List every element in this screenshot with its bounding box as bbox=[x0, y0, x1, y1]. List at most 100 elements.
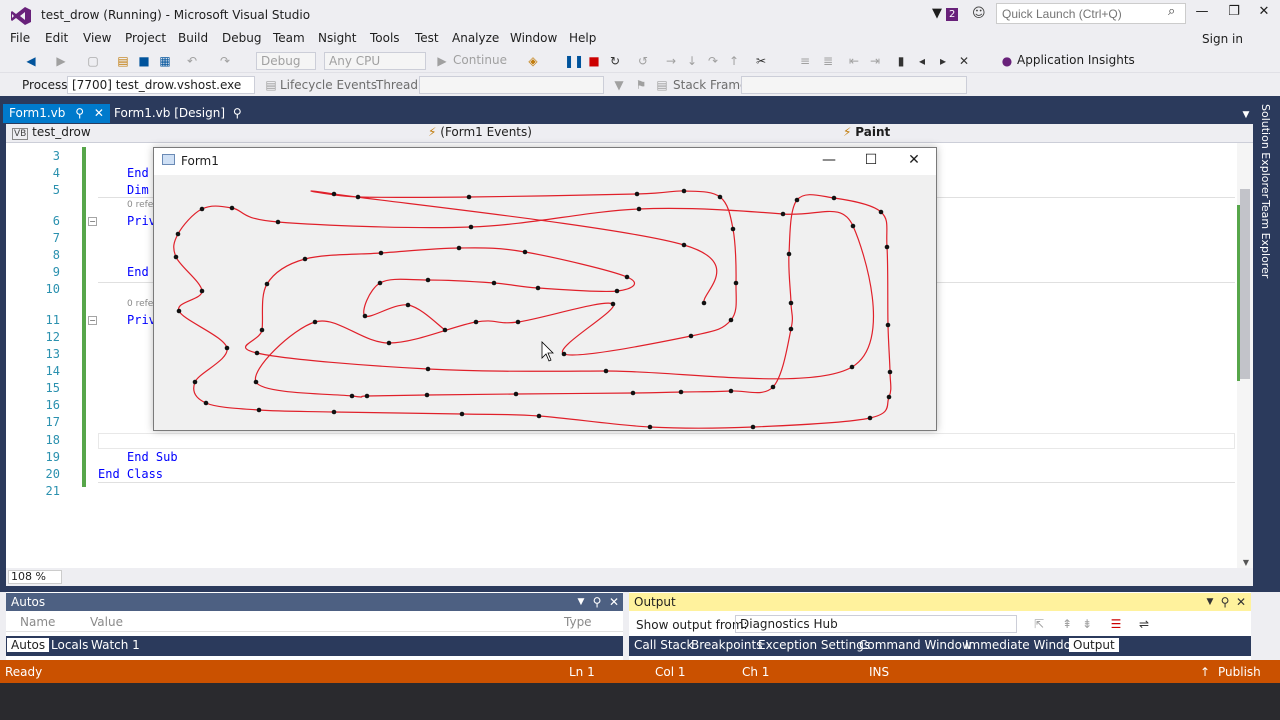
tab-locals[interactable]: Locals bbox=[51, 638, 88, 652]
open-file-icon[interactable]: ▤ bbox=[114, 52, 132, 70]
form-close-button[interactable]: ✕ bbox=[899, 152, 929, 168]
forward-icon[interactable]: ▶ bbox=[52, 52, 70, 70]
form-minimize-button[interactable]: — bbox=[814, 152, 844, 168]
next-bookmark-icon[interactable]: ▸ bbox=[934, 52, 952, 70]
zoom-select[interactable]: 108 % bbox=[8, 570, 62, 584]
panel-pin-icon[interactable]: ⚲ bbox=[588, 593, 606, 611]
project-dropdown[interactable]: VB test_drow bbox=[8, 125, 418, 142]
continue-button[interactable]: Continue bbox=[453, 53, 507, 67]
platform-select[interactable]: Any CPU bbox=[324, 52, 426, 70]
search-icon[interactable]: ⌕ bbox=[1168, 4, 1175, 19]
feedback-icon[interactable]: ☺ bbox=[972, 6, 986, 21]
scrollbar-thumb[interactable] bbox=[1240, 189, 1250, 379]
indent-icon[interactable]: ⇥ bbox=[866, 52, 884, 70]
code-line[interactable]: Dim bbox=[127, 183, 149, 197]
maximize-button[interactable]: ❐ bbox=[1219, 4, 1249, 24]
process-select[interactable]: [7700] test_drow.vshost.exe bbox=[67, 76, 255, 94]
events-dropdown[interactable]: ⚡ (Form1 Events) bbox=[424, 125, 834, 142]
sign-in-link[interactable]: Sign in bbox=[1202, 32, 1243, 46]
tab-call-stack[interactable]: Call Stack bbox=[634, 638, 693, 652]
thread-filter-icon[interactable]: ▼ bbox=[610, 76, 628, 94]
show-next-statement-icon[interactable]: → bbox=[662, 52, 680, 70]
stack-frame-select[interactable] bbox=[741, 76, 967, 94]
clear-all-icon[interactable]: ☰ bbox=[1107, 615, 1125, 633]
code-line[interactable]: End bbox=[127, 166, 149, 180]
bookmark-icon[interactable]: ▮ bbox=[892, 52, 910, 70]
tab-watch1[interactable]: Watch 1 bbox=[91, 638, 140, 652]
filter-icon[interactable]: ▼ bbox=[932, 6, 942, 21]
menu-window[interactable]: Window bbox=[510, 31, 557, 45]
menu-nsight[interactable]: Nsight bbox=[318, 31, 357, 45]
method-dropdown[interactable]: ⚡ Paint bbox=[839, 125, 1249, 142]
tab-breakpoints[interactable]: Breakpoints bbox=[691, 638, 762, 652]
team-explorer-tab[interactable]: Team Explorer bbox=[1259, 200, 1272, 278]
code-line[interactable]: End Class bbox=[98, 467, 163, 481]
redo-icon[interactable]: ↷ bbox=[216, 52, 234, 70]
tab-immediate-window[interactable]: Immediate Window bbox=[965, 638, 1081, 652]
save-all-icon[interactable]: ▦ bbox=[156, 52, 174, 70]
previous-bookmark-icon[interactable]: ◂ bbox=[913, 52, 931, 70]
menu-help[interactable]: Help bbox=[569, 31, 596, 45]
flag-icon[interactable]: ⚑ bbox=[632, 76, 650, 94]
tab-autos[interactable]: Autos bbox=[7, 638, 50, 652]
menu-edit[interactable]: Edit bbox=[45, 31, 68, 45]
code-line[interactable]: Priv bbox=[127, 313, 156, 327]
panel-close-icon[interactable]: ✕ bbox=[1232, 593, 1250, 611]
previous-message-icon[interactable]: ⇞ bbox=[1058, 615, 1076, 633]
break-all-icon[interactable]: ❚❚ bbox=[564, 52, 584, 70]
pin-icon[interactable]: ⚲ bbox=[75, 106, 84, 120]
drawing-canvas[interactable] bbox=[154, 175, 936, 430]
thread-select[interactable] bbox=[419, 76, 604, 94]
word-wrap-icon[interactable]: ⇌ bbox=[1135, 615, 1153, 633]
new-project-icon[interactable]: ▢ bbox=[84, 52, 102, 70]
column-name[interactable]: Name bbox=[20, 615, 55, 629]
diagnostic-tools-icon[interactable]: ✂ bbox=[752, 52, 770, 70]
editor-vertical-scrollbar[interactable] bbox=[1237, 143, 1253, 568]
menu-file[interactable]: File bbox=[10, 31, 30, 45]
find-message-icon[interactable]: ⇱ bbox=[1030, 615, 1048, 633]
tab-form1-design[interactable]: Form1.vb [Design] ⚲ bbox=[108, 104, 248, 123]
next-message-icon[interactable]: ⇟ bbox=[1078, 615, 1096, 633]
menu-project[interactable]: Project bbox=[125, 31, 166, 45]
menu-test[interactable]: Test bbox=[415, 31, 439, 45]
stop-debugging-icon[interactable]: ■ bbox=[585, 52, 603, 70]
menu-tools[interactable]: Tools bbox=[370, 31, 400, 45]
continue-icon[interactable]: ▶ bbox=[433, 52, 451, 70]
tab-form1-vb[interactable]: Form1.vb ⚲ ✕ bbox=[3, 104, 110, 123]
pin-icon[interactable]: ⚲ bbox=[233, 106, 242, 120]
editor-horizontal-scrollbar[interactable] bbox=[6, 568, 1253, 586]
menu-team[interactable]: Team bbox=[273, 31, 305, 45]
form-maximize-button[interactable]: ☐ bbox=[856, 152, 886, 168]
tab-exception-settings[interactable]: Exception Settings bbox=[758, 638, 870, 652]
solution-explorer-tab[interactable]: Solution Explorer bbox=[1259, 104, 1272, 198]
attach-icon[interactable]: ◈ bbox=[524, 52, 542, 70]
code-lens-references[interactable]: 0 refe bbox=[127, 299, 153, 309]
column-value[interactable]: Value bbox=[90, 615, 123, 629]
collapse-icon[interactable]: − bbox=[88, 217, 97, 226]
tab-command-window[interactable]: Command Window bbox=[859, 638, 972, 652]
menu-analyze[interactable]: Analyze bbox=[452, 31, 499, 45]
notification-badge[interactable]: 2 bbox=[946, 8, 959, 21]
lifecycle-events-button[interactable]: Lifecycle Events bbox=[280, 78, 377, 92]
output-source-select[interactable]: Diagnostics Hub bbox=[735, 615, 1017, 633]
restart-icon[interactable]: ↻ bbox=[606, 52, 624, 70]
menu-build[interactable]: Build bbox=[178, 31, 208, 45]
menu-view[interactable]: View bbox=[83, 31, 111, 45]
step-out-icon[interactable]: ↑ bbox=[725, 52, 743, 70]
panel-close-icon[interactable]: ✕ bbox=[605, 593, 623, 611]
step-into-icon[interactable]: ↓ bbox=[683, 52, 701, 70]
tab-overflow-icon[interactable]: ▼ bbox=[1237, 106, 1255, 124]
code-lens-references[interactable]: 0 refe bbox=[127, 200, 153, 210]
application-insights-button[interactable]: Application Insights bbox=[1017, 53, 1135, 67]
publish-button[interactable]: Publish bbox=[1218, 665, 1261, 679]
code-line[interactable]: End Sub bbox=[127, 450, 178, 464]
minimize-button[interactable]: — bbox=[1187, 4, 1217, 24]
menu-debug[interactable]: Debug bbox=[222, 31, 261, 45]
tab-close-icon[interactable]: ✕ bbox=[94, 106, 104, 120]
save-icon[interactable]: ■ bbox=[135, 52, 153, 70]
code-line[interactable]: End bbox=[127, 265, 149, 279]
back-icon[interactable]: ◀ bbox=[22, 52, 40, 70]
clear-bookmarks-icon[interactable]: ✕ bbox=[955, 52, 973, 70]
uncomment-icon[interactable]: ≣ bbox=[819, 52, 837, 70]
outdent-icon[interactable]: ⇤ bbox=[845, 52, 863, 70]
